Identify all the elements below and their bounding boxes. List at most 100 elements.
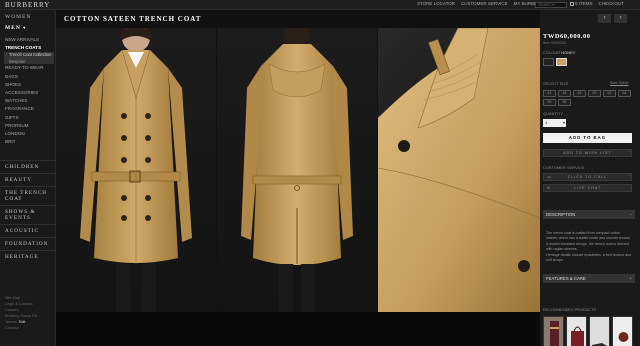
gallery-arrows: ‹ › [598, 14, 627, 23]
section-children[interactable]: CHILDREN [0, 160, 56, 173]
section-shows-events[interactable]: SHOWS & EVENTS [0, 205, 56, 224]
size-option[interactable]: 58 [558, 99, 571, 106]
add-to-wish-list-button[interactable]: ADD TO WISH LIST [543, 149, 632, 157]
product-image-detail[interactable] [377, 27, 541, 312]
size-option[interactable]: 52 [603, 90, 616, 97]
gallery-footer [56, 312, 540, 346]
phone-icon: ☏ [547, 175, 553, 179]
expand-icon: + [629, 276, 632, 281]
recommended-product-thumb[interactable] [612, 316, 633, 346]
quantity-label: QUANTITY [543, 111, 564, 116]
nav-men[interactable]: MEN ▾ [5, 25, 26, 31]
select-size-label: SELECT SIZE [543, 81, 569, 86]
chevron-down-icon: ▾ [23, 25, 27, 30]
top-links-right: 0 ITEMS CHECKOUT [570, 1, 624, 6]
size-option[interactable]: 46 [558, 90, 571, 97]
customer-service-link[interactable]: CUSTOMER SERVICE [461, 1, 508, 6]
nav-item-prorsum[interactable]: PRORSUM [5, 122, 55, 130]
nav-item-gifts[interactable]: GIFTS [5, 114, 55, 122]
footer-edit-link[interactable]: Edit [19, 320, 26, 324]
nav-item-watches[interactable]: WATCHES [5, 97, 55, 105]
description-text: The trench coat is crafted from compact … [546, 231, 632, 265]
burberry-logo[interactable]: BURBERRY [5, 1, 50, 9]
section-beauty[interactable]: BEAUTY [0, 173, 56, 186]
colour-value: HONEY [561, 50, 576, 55]
front-view-illustration [80, 24, 192, 312]
colour-swatch-black[interactable] [543, 58, 554, 66]
nav-women[interactable]: WOMEN [5, 14, 31, 20]
colour-label: COLOUR [543, 50, 561, 55]
recommended-product-thumb[interactable] [589, 316, 610, 346]
nav-item-new-arrivals[interactable]: NEW ARRIVALS [5, 36, 55, 44]
colour-label-row: COLOUR HONEY [543, 50, 575, 55]
bag-count: 0 ITEMS [575, 1, 593, 6]
live-chat-label: LIVE CHAT [573, 186, 602, 190]
scarf-illustration [550, 321, 559, 346]
collar-detail-illustration [377, 27, 541, 312]
accessory-illustration [618, 332, 629, 342]
bag-link[interactable]: 0 ITEMS [570, 1, 593, 6]
nav-item-london[interactable]: LONDON [5, 130, 55, 138]
section-trench-coat[interactable]: THE TRENCH COAT [0, 186, 56, 205]
top-links: STORE LOCATOR CUSTOMER SERVICE MY BURBER… [417, 1, 546, 6]
features-accordion[interactable]: FEATURES & CARE + [543, 274, 635, 283]
nav-item-accessories[interactable]: ACCESSORIES [5, 89, 55, 97]
section-heritage[interactable]: HERITAGE [0, 250, 56, 263]
search-input[interactable]: SEARCH [535, 2, 567, 8]
recommended-title: RECOMMENDED PRODUCTS [543, 308, 596, 312]
click-to-call-button[interactable]: ☏ CLICK TO CALL [543, 173, 632, 181]
description-paragraph: The trench coat is crafted from compact … [546, 231, 631, 240]
size-option[interactable]: 50 [588, 90, 601, 97]
checkout-link[interactable]: CHECKOUT [599, 1, 624, 6]
description-paragraph: A double-breasted design, the trench coa… [546, 242, 629, 251]
description-accordion[interactable]: DESCRIPTION − [543, 210, 635, 219]
footer-language[interactable]: Chinese [5, 325, 55, 331]
men-category-list: NEW ARRIVALS TRENCH COATS Trench Coat Co… [4, 36, 55, 146]
prev-arrow-icon[interactable]: ‹ [598, 14, 611, 23]
back-view-illustration [241, 22, 353, 312]
chat-icon: ✉ [547, 186, 552, 190]
description-paragraph: Heritage details include epaulettes, a b… [546, 253, 632, 262]
next-arrow-icon[interactable]: › [614, 14, 627, 23]
product-title: COTTON SATEEN TRENCH COAT [64, 15, 202, 23]
size-guide-link[interactable]: Size Guide [610, 81, 629, 85]
size-selector: 44 46 48 50 52 54 56 58 [543, 90, 633, 106]
nav-men-label: MEN [5, 25, 21, 31]
nav-item-bags[interactable]: BAGS [5, 73, 55, 81]
store-locator-link[interactable]: STORE LOCATOR [417, 1, 455, 6]
nav-item-brit[interactable]: BRIT [5, 138, 55, 146]
collapse-icon: − [629, 212, 632, 217]
product-price: TWD60,000.00 [543, 33, 591, 40]
click-to-call-label: CLICK TO CALL [567, 175, 608, 179]
section-acoustic[interactable]: ACOUSTIC [0, 224, 56, 237]
bag-icon [570, 1, 574, 6]
live-chat-button[interactable]: ✉ LIVE CHAT [543, 184, 632, 192]
nav-item-ready-to-wear[interactable]: READY-TO-WEAR [5, 64, 55, 72]
nav-item-shoes[interactable]: SHOES [5, 81, 55, 89]
product-image-back[interactable] [217, 22, 377, 312]
bag-illustration [571, 326, 584, 346]
nav-item-fragrance[interactable]: FRAGRANCE [5, 105, 55, 113]
size-option[interactable]: 44 [543, 90, 556, 97]
recommended-product-thumb[interactable] [543, 316, 564, 346]
product-details-panel: ‹ › TWD60,000.00 Item 39494301 COLOUR HO… [540, 10, 640, 346]
colour-swatch-honey[interactable] [556, 58, 567, 66]
add-to-bag-button[interactable]: ADD TO BAG [543, 133, 632, 143]
size-option[interactable]: 54 [618, 90, 631, 97]
section-foundation[interactable]: FOUNDATION [0, 237, 56, 250]
size-option[interactable]: 56 [543, 99, 556, 106]
section-list: CHILDREN BEAUTY THE TRENCH COAT SHOWS & … [0, 160, 56, 263]
left-navigation: WOMEN MEN ▾ NEW ARRIVALS TRENCH COATS Tr… [0, 10, 56, 346]
nav-item-trench-coats[interactable]: TRENCH COATS [5, 44, 55, 52]
shoe-illustration [592, 343, 608, 346]
features-label: FEATURES & CARE [546, 276, 586, 281]
product-image-front[interactable] [56, 24, 216, 312]
recommended-product-thumb[interactable] [566, 316, 587, 346]
quantity-select[interactable]: 1 [543, 119, 566, 127]
product-header: COTTON SATEEN TRENCH COAT [56, 10, 540, 28]
footer-links: Site Map Legal & Cookies Careers Burberr… [5, 295, 55, 331]
size-option[interactable]: 48 [573, 90, 586, 97]
top-bar: BURBERRY STORE LOCATOR CUSTOMER SERVICE … [0, 0, 640, 10]
footer-country-name: Taiwan [5, 320, 17, 324]
trench-submenu: Trench Coat Collection Bespoke [4, 52, 54, 65]
